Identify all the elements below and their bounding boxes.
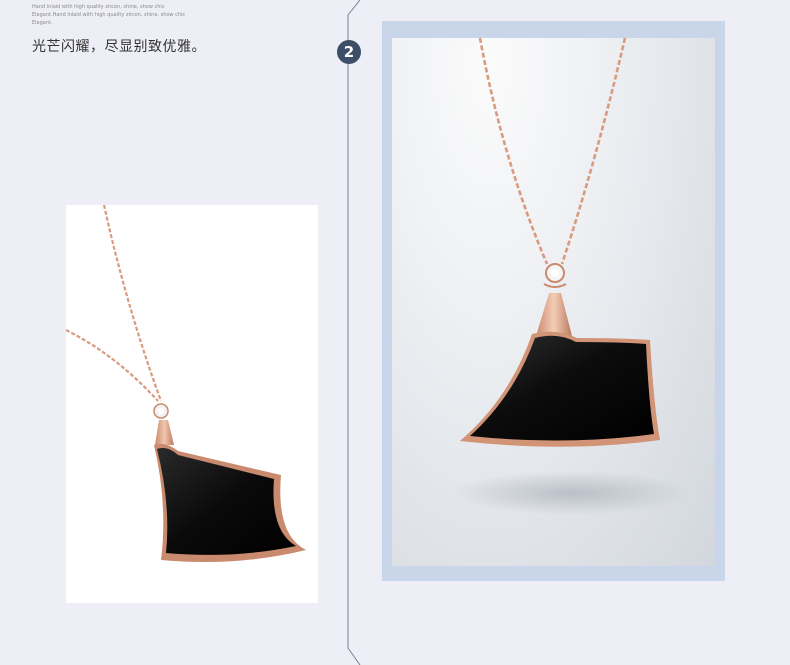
product-photo-left: [66, 205, 318, 603]
necklace-pendant-icon: [66, 205, 306, 563]
caption-english-line-2: Elegant.Hand inlaid with high quality zi…: [32, 12, 186, 18]
caption-english-line-3: Elegant.: [32, 20, 53, 26]
caption-english: Hand inlaid with high quality zircon, sh…: [32, 3, 292, 27]
section-number-badge: 2: [337, 40, 361, 64]
caption-chinese: 光芒闪耀，尽显别致优雅。: [32, 39, 206, 55]
caption-english-line-1: Hand inlaid with high quality zircon, sh…: [32, 4, 165, 10]
product-photo-right: [392, 38, 715, 566]
necklace-pendant-closeup-icon: [452, 38, 692, 515]
